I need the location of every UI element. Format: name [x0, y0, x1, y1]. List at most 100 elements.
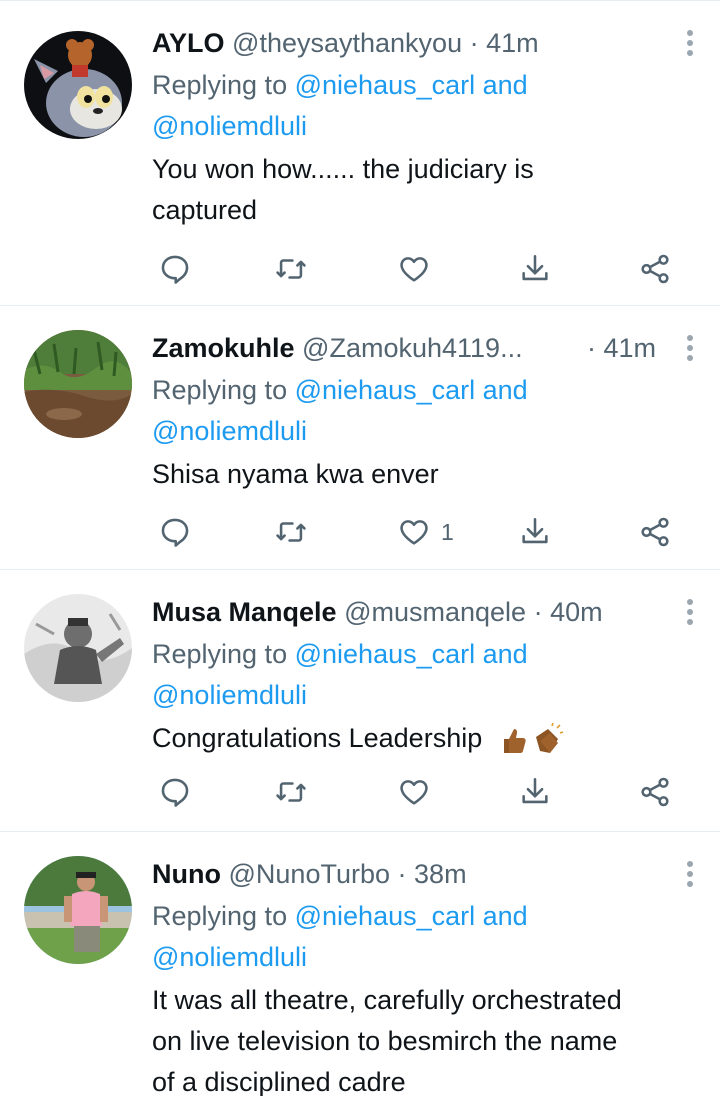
- tweet-text-line: captured: [152, 195, 258, 225]
- share-icon: [641, 777, 669, 807]
- share-icon: [641, 517, 669, 547]
- replying-and[interactable]: and: [483, 901, 528, 931]
- author-name[interactable]: Zamokuhle: [152, 333, 295, 363]
- reply-button[interactable]: [158, 512, 192, 552]
- tweet-header: AYLO @theysaythankyou · 41m: [152, 21, 700, 65]
- tweet-header: Musa Manqele @musmanqele · 40m: [152, 590, 700, 634]
- tweet-actions: [152, 772, 700, 812]
- mention-link[interactable]: @niehaus_carl: [295, 639, 476, 669]
- tweet-header: Zamokuhle @Zamokuh4119... · 41m: [152, 326, 700, 370]
- more-vertical-icon[interactable]: [680, 334, 700, 362]
- tweet-text-line: on live television to besmirch the name: [152, 1026, 618, 1056]
- timestamp[interactable]: 40m: [550, 597, 603, 627]
- mention-link[interactable]: @noliemdluli: [152, 680, 307, 710]
- separator: ·: [586, 333, 596, 363]
- mention-link[interactable]: @noliemdluli: [152, 416, 307, 446]
- timestamp-group: · 41m: [587, 326, 656, 370]
- reply-icon: [161, 255, 189, 284]
- like-count: 1: [441, 518, 454, 545]
- retweet-button[interactable]: [274, 512, 308, 552]
- avatar[interactable]: [24, 856, 132, 964]
- replying-and[interactable]: and: [483, 639, 528, 669]
- tweet-text: Shisa nyama kwa enver: [152, 454, 700, 495]
- author-handle[interactable]: @NunoTurbo: [229, 859, 391, 889]
- tweet[interactable]: Nuno @NunoTurbo · 38m Replying to @nieha…: [0, 832, 720, 1096]
- separator: ·: [397, 859, 407, 889]
- avatar-image: [24, 330, 132, 438]
- reply-button[interactable]: [158, 249, 192, 289]
- tweet-actions: 1: [152, 512, 700, 552]
- replying-to-label: Replying to: [152, 70, 288, 100]
- avatar-image: [24, 594, 132, 702]
- like-button[interactable]: 1: [397, 512, 454, 552]
- mention-link[interactable]: @niehaus_carl: [295, 70, 476, 100]
- replying-to: Replying to @niehaus_carl and @noliemdlu…: [152, 634, 700, 716]
- heart-icon: [400, 780, 428, 805]
- author-handle[interactable]: @theysaythankyou: [232, 28, 462, 58]
- separator: ·: [469, 28, 479, 58]
- author-name[interactable]: Musa Manqele: [152, 597, 337, 627]
- mention-link[interactable]: @noliemdluli: [152, 942, 307, 972]
- author-handle[interactable]: @Zamokuh4119...: [302, 333, 523, 363]
- share-button[interactable]: [638, 249, 672, 289]
- mention-link[interactable]: @noliemdluli: [152, 111, 307, 141]
- thumbs-up-emoji-icon: [503, 728, 526, 753]
- separator: ·: [533, 597, 543, 627]
- more-vertical-icon[interactable]: [680, 860, 700, 888]
- replying-to-label: Replying to: [152, 639, 288, 669]
- bookmark-button[interactable]: [518, 772, 552, 812]
- replying-to: Replying to @niehaus_carl and @noliemdlu…: [152, 896, 700, 978]
- share-button[interactable]: [638, 772, 672, 812]
- tweet-text-line: It was all theatre, carefully orchestrat…: [152, 985, 622, 1015]
- tweet-text-line: Shisa nyama kwa enver: [152, 459, 439, 489]
- mention-link[interactable]: @niehaus_carl: [295, 375, 476, 405]
- clapping-hands-emoji-icon: [535, 722, 564, 753]
- avatar[interactable]: [24, 594, 132, 702]
- reply-icon: [161, 778, 189, 807]
- mention-link[interactable]: @niehaus_carl: [295, 901, 476, 931]
- retweet-button[interactable]: [274, 249, 308, 289]
- like-button[interactable]: [397, 772, 441, 812]
- tweet[interactable]: AYLO @theysaythankyou · 41m Replying to …: [0, 0, 720, 306]
- tweet-header: Nuno @NunoTurbo · 38m: [152, 852, 700, 896]
- tweet-actions: [152, 249, 700, 289]
- tweet[interactable]: Zamokuhle @Zamokuh4119... · 41m Replying…: [0, 306, 720, 570]
- timestamp[interactable]: 41m: [486, 28, 539, 58]
- bookmark-download-icon: [522, 777, 548, 804]
- bookmark-download-icon: [522, 254, 548, 281]
- replying-to-label: Replying to: [152, 901, 288, 931]
- tweet-text: Congratulations Leadership: [152, 718, 700, 759]
- author-name[interactable]: Nuno: [152, 859, 221, 889]
- tweet-text-line: You won how...... the judiciary is: [152, 154, 534, 184]
- tweet[interactable]: Musa Manqele @musmanqele · 40m Replying …: [0, 570, 720, 832]
- reply-button[interactable]: [158, 772, 192, 812]
- more-vertical-icon[interactable]: [680, 29, 700, 57]
- bookmark-button[interactable]: [518, 512, 552, 552]
- bookmark-download-icon: [522, 517, 548, 544]
- avatar[interactable]: [24, 330, 132, 438]
- retweet-button[interactable]: [274, 772, 308, 812]
- avatar[interactable]: [24, 31, 132, 139]
- replying-and[interactable]: and: [483, 375, 528, 405]
- reply-feed: AYLO @theysaythankyou · 41m Replying to …: [0, 0, 720, 1096]
- replying-to: Replying to @niehaus_carl and @noliemdlu…: [152, 370, 700, 452]
- timestamp[interactable]: 38m: [414, 859, 467, 889]
- more-vertical-icon[interactable]: [680, 598, 700, 626]
- tweet-text-line: of a disciplined cadre: [152, 1067, 406, 1096]
- retweet-icon: [276, 259, 306, 279]
- bookmark-button[interactable]: [518, 249, 552, 289]
- retweet-icon: [276, 782, 306, 802]
- avatar-image: [24, 856, 132, 964]
- heart-icon: [400, 520, 428, 545]
- replying-and[interactable]: and: [483, 70, 528, 100]
- timestamp[interactable]: 41m: [603, 333, 656, 363]
- share-button[interactable]: [638, 512, 672, 552]
- like-button[interactable]: [397, 249, 441, 289]
- avatar-image: [24, 31, 132, 139]
- tweet-text: It was all theatre, carefully orchestrat…: [152, 980, 700, 1096]
- heart-icon: [400, 257, 428, 282]
- replying-to-label: Replying to: [152, 375, 288, 405]
- tweet-text: You won how...... the judiciary is captu…: [152, 149, 700, 231]
- author-name[interactable]: AYLO: [152, 28, 225, 58]
- author-handle[interactable]: @musmanqele: [344, 597, 526, 627]
